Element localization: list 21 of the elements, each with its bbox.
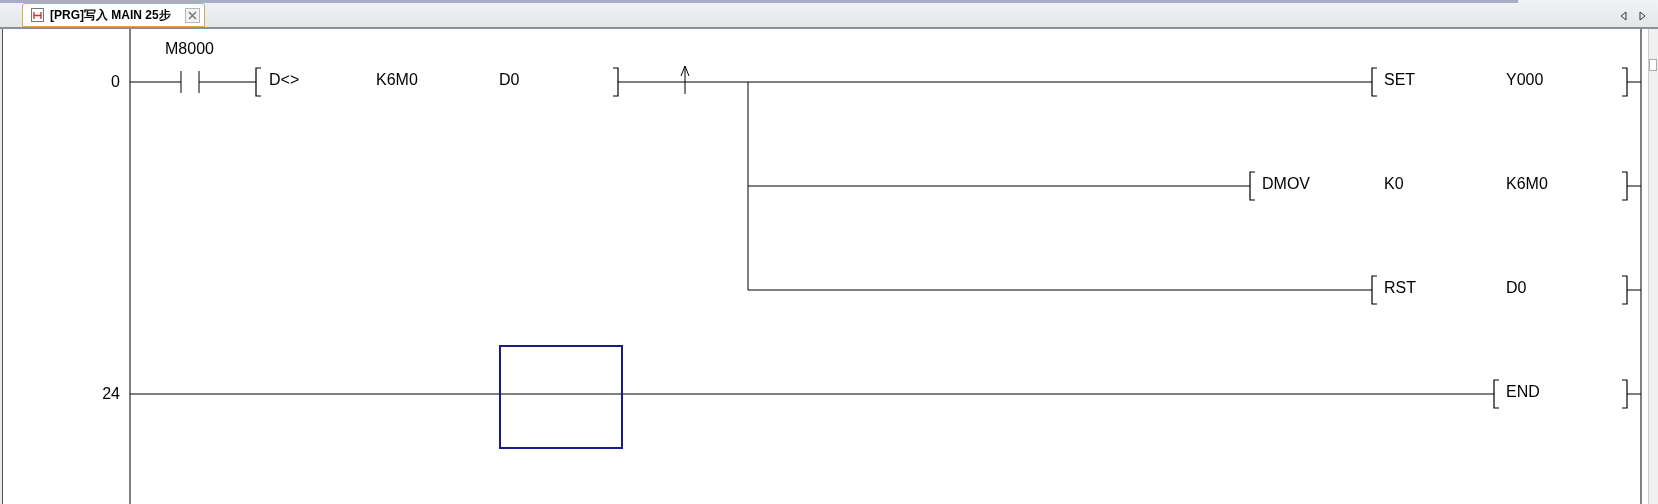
- step-number: 24: [102, 385, 120, 402]
- document-tab[interactable]: [PRG]写入 MAIN 25步: [22, 3, 205, 27]
- instruction-label: SET: [1384, 71, 1416, 88]
- instruction-label: DMOV: [1262, 175, 1310, 192]
- step-number: 0: [111, 73, 120, 90]
- operand-label: Y000: [1506, 71, 1544, 88]
- operand-label: D0: [499, 71, 520, 88]
- operand-label: K0: [1384, 175, 1404, 192]
- instruction-label: RST: [1384, 279, 1416, 296]
- scroll-right-icon[interactable]: [1639, 11, 1646, 21]
- ladder-file-icon: [31, 8, 44, 22]
- instruction-label: D<>: [269, 71, 300, 88]
- scroll-left-icon[interactable]: [1620, 11, 1627, 21]
- scrollbar-thumb[interactable]: [1649, 59, 1657, 71]
- operand-label: D0: [1506, 279, 1527, 296]
- tab-title: [PRG]写入 MAIN 25步: [50, 7, 171, 24]
- close-icon[interactable]: [184, 7, 200, 23]
- operand-label: K6M0: [376, 71, 418, 88]
- instruction-label: END: [1506, 383, 1540, 400]
- device-label: M8000: [165, 40, 214, 57]
- operand-label: K6M0: [1506, 175, 1548, 192]
